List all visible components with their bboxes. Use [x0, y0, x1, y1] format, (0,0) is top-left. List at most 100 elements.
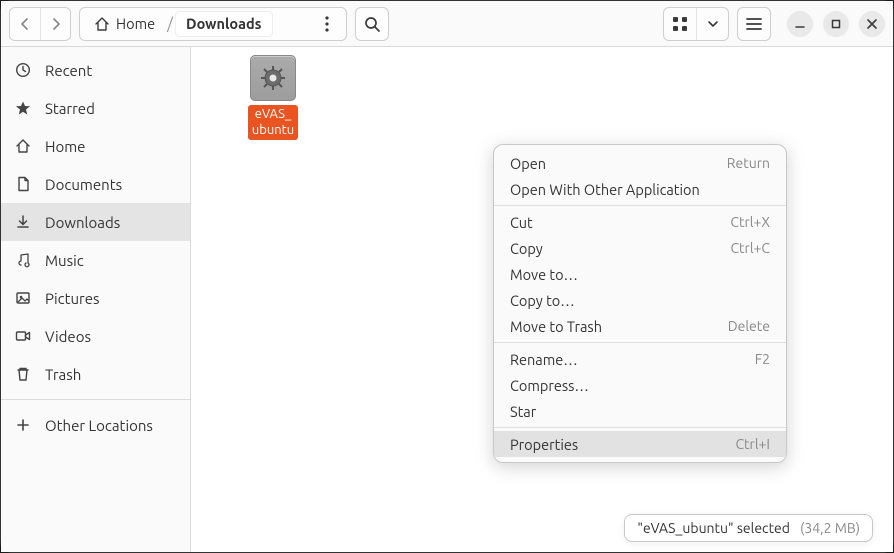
menu-item-properties[interactable]: Properties Ctrl+I	[494, 431, 786, 457]
chevron-left-icon	[20, 17, 30, 31]
icon-view-button[interactable]	[664, 8, 696, 40]
sidebar-item-recent[interactable]: Recent	[1, 51, 190, 89]
sidebar-item-music[interactable]: Music	[1, 241, 190, 279]
maximize-button[interactable]	[823, 11, 849, 37]
home-icon	[94, 16, 110, 32]
file-manager-window: Home / Downloads	[0, 0, 894, 553]
executable-icon	[250, 55, 296, 101]
sidebar-item-home[interactable]: Home	[1, 127, 190, 165]
breadcrumb-home-label: Home	[116, 15, 155, 32]
trash-icon	[15, 366, 33, 382]
menu-item-label: Move to Trash	[510, 318, 602, 335]
body: Recent Starred Home Documents Downloads …	[1, 47, 893, 552]
hamburger-icon	[746, 17, 762, 31]
close-button[interactable]	[859, 11, 885, 37]
menu-item-label: Star	[510, 403, 536, 420]
kebab-icon	[325, 16, 329, 32]
menu-item-label: Copy	[510, 240, 543, 257]
view-switcher	[663, 7, 729, 41]
status-size: (34,2 MB)	[800, 520, 860, 536]
menu-separator	[494, 205, 786, 206]
sidebar-separator	[1, 399, 190, 400]
nav-buttons	[9, 7, 71, 41]
sidebar-item-label: Other Locations	[45, 417, 153, 434]
download-icon	[15, 214, 33, 230]
sidebar-item-label: Music	[45, 252, 84, 269]
forward-button[interactable]	[40, 8, 70, 40]
menu-item-label: Open With Other Application	[510, 181, 700, 198]
menu-item-shortcut: Return	[727, 155, 770, 171]
star-icon	[15, 100, 33, 116]
menu-item-move-to-trash[interactable]: Move to Trash Delete	[494, 313, 786, 339]
menu-item-shortcut: F2	[755, 351, 770, 367]
menu-item-shortcut: Delete	[728, 318, 770, 334]
header-bar: Home / Downloads	[1, 1, 893, 47]
menu-item-star[interactable]: Star	[494, 398, 786, 424]
minimize-button[interactable]	[787, 11, 813, 37]
sidebar-item-label: Trash	[45, 366, 81, 383]
menu-item-open[interactable]: Open Return	[494, 150, 786, 176]
path-menu-button[interactable]	[312, 8, 342, 40]
sidebar-item-label: Videos	[45, 328, 91, 345]
sidebar-item-label: Starred	[45, 100, 95, 117]
breadcrumb-separator: /	[165, 15, 175, 33]
home-icon	[15, 138, 33, 154]
menu-item-copy[interactable]: Copy Ctrl+C	[494, 235, 786, 261]
path-bar: Home / Downloads	[79, 7, 347, 41]
menu-item-shortcut: Ctrl+C	[730, 240, 770, 256]
menu-separator	[494, 427, 786, 428]
sidebar: Recent Starred Home Documents Downloads …	[1, 47, 191, 552]
minimize-icon	[794, 18, 806, 30]
grid-icon	[672, 16, 688, 32]
close-icon	[866, 18, 878, 30]
sidebar-item-label: Downloads	[45, 214, 120, 231]
sidebar-item-documents[interactable]: Documents	[1, 165, 190, 203]
picture-icon	[15, 290, 33, 306]
search-button[interactable]	[355, 7, 389, 41]
folder-view[interactable]: eVAS_ubuntu Open Return Open With Other Ap…	[191, 47, 893, 552]
sidebar-item-other-locations[interactable]: Other Locations	[1, 406, 190, 444]
maximize-icon	[830, 18, 842, 30]
search-icon	[364, 16, 380, 32]
plus-icon	[15, 417, 33, 433]
menu-separator	[494, 342, 786, 343]
sidebar-item-starred[interactable]: Starred	[1, 89, 190, 127]
menu-item-label: Copy to…	[510, 292, 575, 309]
status-bar: "eVAS_ubuntu" selected (34,2 MB)	[624, 514, 873, 542]
menu-item-open-with-other-application[interactable]: Open With Other Application	[494, 176, 786, 202]
menu-item-compress[interactable]: Compress…	[494, 372, 786, 398]
breadcrumb-current-label: Downloads	[186, 15, 262, 32]
window-controls	[787, 11, 885, 37]
menu-item-label: Cut	[510, 214, 533, 231]
sidebar-item-pictures[interactable]: Pictures	[1, 279, 190, 317]
menu-item-label: Open	[510, 155, 546, 172]
sidebar-item-label: Pictures	[45, 290, 100, 307]
menu-item-move-to[interactable]: Move to…	[494, 261, 786, 287]
sidebar-item-label: Documents	[45, 176, 122, 193]
sidebar-item-trash[interactable]: Trash	[1, 355, 190, 393]
menu-item-shortcut: Ctrl+I	[735, 436, 770, 452]
menu-item-label: Compress…	[510, 377, 589, 394]
back-button[interactable]	[10, 8, 40, 40]
status-text: "eVAS_ubuntu" selected	[637, 520, 790, 536]
clock-icon	[15, 62, 33, 78]
breadcrumb-home[interactable]: Home	[84, 11, 165, 37]
menu-item-copy-to[interactable]: Copy to…	[494, 287, 786, 313]
video-icon	[15, 328, 33, 344]
context-menu: Open Return Open With Other Application Cut…	[493, 144, 787, 463]
menu-item-cut[interactable]: CutCtrl+X	[494, 209, 786, 235]
sidebar-item-videos[interactable]: Videos	[1, 317, 190, 355]
view-dropdown-button[interactable]	[696, 8, 728, 40]
file-item[interactable]: eVAS_ubuntu	[231, 55, 315, 140]
sidebar-item-downloads[interactable]: Downloads	[1, 203, 190, 241]
sidebar-item-label: Home	[45, 138, 85, 155]
menu-item-rename[interactable]: Rename…F2	[494, 346, 786, 372]
chevron-right-icon	[51, 17, 61, 31]
breadcrumb-current[interactable]: Downloads	[175, 11, 273, 37]
menu-item-label: Properties	[510, 436, 578, 453]
chevron-down-icon	[707, 18, 719, 30]
menu-item-label: Move to…	[510, 266, 578, 283]
sidebar-item-label: Recent	[45, 62, 92, 79]
file-name-label: eVAS_ubuntu	[248, 105, 298, 140]
hamburger-menu-button[interactable]	[737, 7, 771, 41]
